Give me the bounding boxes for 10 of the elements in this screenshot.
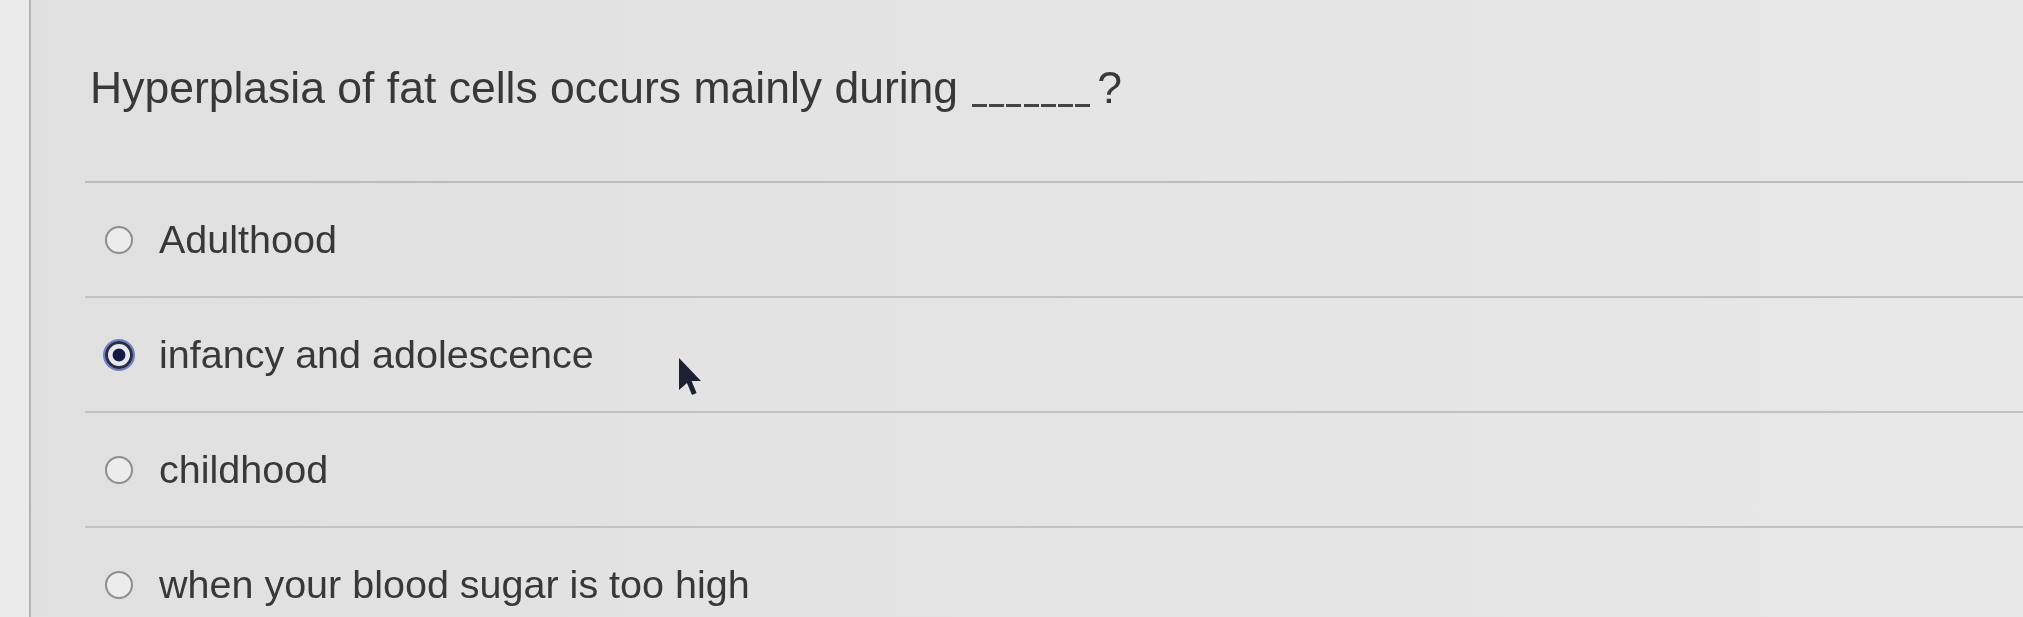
radio-button[interactable] bbox=[105, 571, 133, 599]
radio-button[interactable] bbox=[105, 341, 133, 369]
radio-button[interactable] bbox=[105, 456, 133, 484]
option-label[interactable]: infancy and adolescence bbox=[159, 331, 594, 379]
question-mark-text: ? bbox=[1097, 62, 1122, 114]
option-label[interactable]: when your blood sugar is too high bbox=[159, 561, 750, 609]
radio-button[interactable] bbox=[105, 226, 133, 254]
option-label[interactable]: Adulthood bbox=[159, 216, 337, 264]
question-text: Hyperplasia of fat cells occurs mainly during bbox=[90, 62, 959, 114]
option-label[interactable]: childhood bbox=[159, 446, 329, 494]
